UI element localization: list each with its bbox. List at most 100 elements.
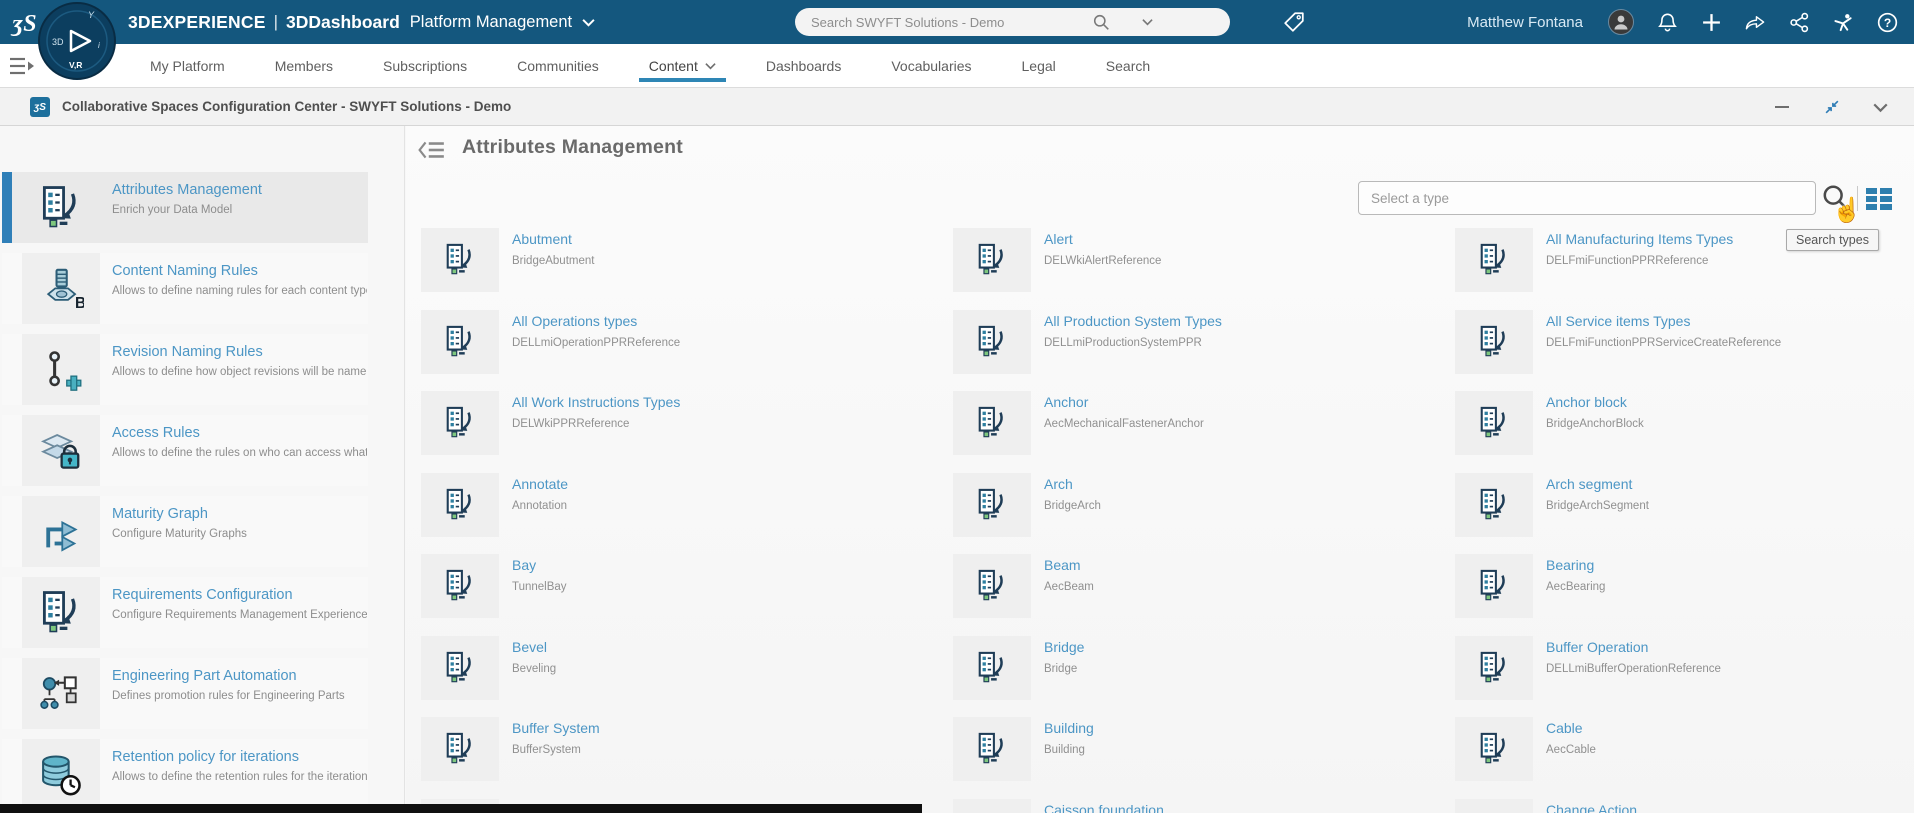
type-icon-tile[interactable] xyxy=(953,391,1031,455)
type-icon-tile[interactable] xyxy=(1455,635,1533,700)
type-name-link[interactable]: Buffer Operation xyxy=(1546,639,1648,655)
sidebar-item-maturity-graph[interactable]: Maturity Graph Configure Maturity Graphs xyxy=(2,496,368,567)
type-icon-tile[interactable] xyxy=(1455,228,1533,292)
sidebar-item-retention-policy-for-iterations[interactable]: Retention policy for iterations Allows t… xyxy=(2,739,368,810)
type-name-link[interactable]: Bridge xyxy=(1044,639,1084,655)
widget-menu-chevron-icon[interactable] xyxy=(1873,102,1888,113)
type-icon-tile[interactable] xyxy=(1455,391,1533,455)
sidebar-item-title[interactable]: Attributes Management xyxy=(112,182,262,198)
sidebar-item-attributes-management[interactable]: Attributes Management Enrich your Data M… xyxy=(2,172,368,243)
type-name-link[interactable]: Cable xyxy=(1546,720,1583,736)
type-name-link[interactable]: Anchor block xyxy=(1546,394,1627,410)
tab-search[interactable]: Search xyxy=(1104,44,1152,87)
type-icon-tile[interactable] xyxy=(953,309,1031,374)
type-name-link[interactable]: Beam xyxy=(1044,557,1081,573)
brand-product: 3DEXPERIENCE xyxy=(128,11,266,32)
type-name-link[interactable]: Arch segment xyxy=(1546,476,1632,492)
add-plus-icon[interactable] xyxy=(1701,12,1722,33)
tab-subscriptions[interactable]: Subscriptions xyxy=(381,44,469,87)
type-name-link[interactable]: All Work Instructions Types xyxy=(512,394,680,410)
search-options-chevron-icon[interactable] xyxy=(1142,18,1153,26)
type-icon-tile[interactable] xyxy=(1455,798,1533,813)
tab-my-platform[interactable]: My Platform xyxy=(148,44,227,87)
sidebar-item-title[interactable]: Content Naming Rules xyxy=(112,263,367,279)
type-name-link[interactable]: Bevel xyxy=(512,639,547,655)
tab-communities[interactable]: Communities xyxy=(515,44,601,87)
share-forward-icon[interactable] xyxy=(1745,12,1766,33)
avatar[interactable] xyxy=(1608,9,1634,35)
sidebar-item-title[interactable]: Maturity Graph xyxy=(112,506,247,522)
tab-legal[interactable]: Legal xyxy=(1020,44,1058,87)
type-icon-tile[interactable] xyxy=(421,309,499,374)
type-name-link[interactable]: All Production System Types xyxy=(1044,313,1222,329)
type-name-link[interactable]: All Operations types xyxy=(512,313,637,329)
collapse-panel-icon[interactable] xyxy=(418,138,446,162)
type-icon-tile[interactable] xyxy=(953,228,1031,292)
type-item-all-work-instructions-types: All Work Instructions Types DELWkiPPRRef… xyxy=(421,385,953,467)
search-icon[interactable] xyxy=(1093,14,1110,31)
type-icon-tile[interactable] xyxy=(1455,554,1533,618)
sidebar-item-title[interactable]: Retention policy for iterations xyxy=(112,749,367,765)
type-name-link[interactable]: Bearing xyxy=(1546,557,1594,573)
3dexperience-people-icon[interactable] xyxy=(1833,12,1854,33)
type-icon-tile[interactable] xyxy=(953,554,1031,618)
type-name-link[interactable]: Building xyxy=(1044,720,1094,736)
selected-accent-bar xyxy=(2,172,12,243)
help-icon[interactable] xyxy=(1877,12,1898,33)
sidebar-item-title[interactable]: Requirements Configuration xyxy=(112,587,367,603)
type-icon-tile[interactable] xyxy=(953,472,1031,537)
sidebar-item-title[interactable]: Access Rules xyxy=(112,425,367,441)
type-name-link[interactable]: Caisson foundation xyxy=(1044,802,1164,813)
brand-chevron-down-icon[interactable] xyxy=(582,18,595,27)
grid-view-icon[interactable] xyxy=(1866,188,1892,210)
tab-members[interactable]: Members xyxy=(273,44,335,87)
type-icon-tile[interactable] xyxy=(1455,309,1533,374)
type-icon-tile[interactable] xyxy=(1455,472,1533,537)
type-icon-tile[interactable] xyxy=(1455,717,1533,781)
type-icon-tile[interactable] xyxy=(421,717,499,781)
type-icon-tile[interactable] xyxy=(421,472,499,537)
3dexperience-compass-logo[interactable]: 3D V,R Y i xyxy=(38,2,116,80)
type-icon-tile[interactable] xyxy=(953,798,1031,813)
sidebar-item-revision-naming-rules[interactable]: Revision Naming Rules Allows to define h… xyxy=(2,334,368,405)
type-icon-tile[interactable] xyxy=(953,635,1031,700)
type-internal-name: DELFmiFunctionPPRReference xyxy=(1546,255,1709,267)
type-internal-name: Annotation xyxy=(512,499,567,512)
sidebar-icon-tile xyxy=(22,334,100,405)
sidebar-item-requirements-configuration[interactable]: Requirements Configuration Configure Req… xyxy=(2,577,368,648)
tag-icon[interactable] xyxy=(1283,11,1305,33)
sidebar-item-engineering-part-automation[interactable]: Engineering Part Automation Defines prom… xyxy=(2,658,368,729)
type-name-link[interactable]: Arch xyxy=(1044,476,1073,492)
restore-size-icon[interactable] xyxy=(1823,98,1841,116)
type-name-link[interactable]: All Manufacturing Items Types xyxy=(1546,231,1733,247)
type-name-link[interactable]: Annotate xyxy=(512,476,568,492)
minimize-icon[interactable] xyxy=(1773,98,1791,116)
type-name-link[interactable]: Bay xyxy=(512,557,536,573)
type-name-link[interactable]: Anchor xyxy=(1044,394,1088,410)
type-name-link[interactable]: Buffer System xyxy=(512,720,600,736)
sidebar-item-content-naming-rules[interactable]: Content Naming Rules Allows to define na… xyxy=(2,253,368,324)
type-name-link[interactable]: Alert xyxy=(1044,231,1073,247)
type-name-link[interactable]: Abutment xyxy=(512,231,572,247)
global-search-bar[interactable] xyxy=(795,8,1230,36)
type-icon-tile[interactable] xyxy=(953,717,1031,781)
type-icon-tile[interactable] xyxy=(421,635,499,700)
sidebar-item-title[interactable]: Engineering Part Automation xyxy=(112,668,345,684)
type-name-link[interactable]: Change Action xyxy=(1546,802,1637,813)
type-icon-tile[interactable] xyxy=(421,554,499,618)
notifications-bell-icon[interactable] xyxy=(1657,12,1678,33)
expand-menu-icon[interactable] xyxy=(8,56,36,76)
tab-label: Subscriptions xyxy=(383,57,468,74)
tab-dashboards[interactable]: Dashboards xyxy=(764,44,844,87)
tab-vocabularies[interactable]: Vocabularies xyxy=(889,44,973,87)
type-icon-tile[interactable] xyxy=(421,391,499,455)
user-name[interactable]: Matthew Fontana xyxy=(1467,14,1583,31)
share-nodes-icon[interactable] xyxy=(1789,12,1810,33)
select-type-input[interactable] xyxy=(1358,181,1816,215)
type-name-link[interactable]: All Service items Types xyxy=(1546,313,1690,329)
type-icon-tile[interactable] xyxy=(421,228,499,292)
global-search-input[interactable] xyxy=(799,14,1079,30)
sidebar-item-title[interactable]: Revision Naming Rules xyxy=(112,344,367,360)
sidebar-item-access-rules[interactable]: Access Rules Allows to define the rules … xyxy=(2,415,368,486)
tab-content[interactable]: Content xyxy=(638,44,726,87)
